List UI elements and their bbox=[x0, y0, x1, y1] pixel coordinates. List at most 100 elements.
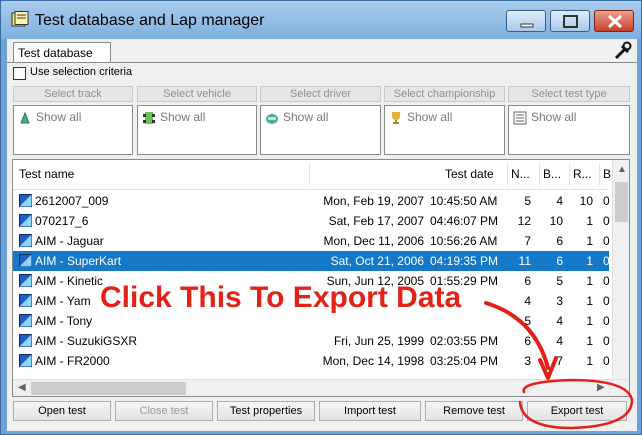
r-cell: 1 bbox=[586, 214, 593, 228]
test-name-cell: AIM - Yam bbox=[35, 294, 91, 308]
table-row[interactable]: 070217_6 Sat, Feb 17, 2007 04:46:07 PM 12 10… bbox=[13, 211, 610, 231]
test-time-cell: 02:03:55 PM bbox=[430, 334, 499, 348]
b2-cell: 0 bbox=[603, 294, 610, 308]
table-row[interactable]: 2612007_009 Mon, Feb 19, 2007 10:45:50 AM 5… bbox=[13, 191, 610, 211]
test-properties-button[interactable]: Test properties bbox=[217, 401, 315, 421]
b2-cell: 0 bbox=[603, 334, 610, 348]
column-b2[interactable]: B bbox=[603, 167, 611, 181]
maximize-button[interactable] bbox=[550, 10, 590, 32]
test-file-icon bbox=[19, 314, 32, 327]
test-name-cell: AIM - SuperKart bbox=[35, 254, 122, 268]
select-vehicle-button[interactable]: Select vehicle bbox=[137, 86, 257, 102]
minimize-button[interactable] bbox=[506, 10, 546, 32]
track-icon bbox=[20, 111, 30, 124]
column-r[interactable]: R... bbox=[573, 167, 597, 181]
table-row[interactable]: AIM - FR2000 Mon, Dec 14, 1998 03:25:04 PM… bbox=[13, 351, 610, 371]
test-date-cell: Sat, Oct 21, 2006 bbox=[330, 254, 424, 268]
r-cell: 1 bbox=[586, 234, 593, 248]
remove-test-button[interactable]: Remove test bbox=[425, 401, 523, 421]
championship-filter-list[interactable]: Show all bbox=[384, 105, 505, 155]
select-championship-button[interactable]: Select championship bbox=[384, 86, 505, 102]
test-name-cell: AIM - SuzukiGSXR bbox=[35, 334, 138, 348]
championship-filter-value: Show all bbox=[407, 110, 453, 124]
n-cell: 3 bbox=[524, 354, 531, 368]
b2-cell: 0 bbox=[603, 354, 610, 368]
vehicle-filter-list[interactable]: Show all bbox=[137, 105, 257, 155]
r-cell: 1 bbox=[586, 314, 593, 328]
test-file-icon bbox=[19, 354, 32, 367]
test-file-icon bbox=[19, 214, 32, 227]
test-list[interactable]: Test name Test date N... B... R... B 261… bbox=[12, 159, 630, 397]
test-name-cell: 070217_6 bbox=[35, 214, 89, 228]
scroll-right-icon[interactable]: ▶ bbox=[597, 382, 605, 393]
tools-wrench-icon[interactable] bbox=[613, 41, 633, 61]
n-cell: 11 bbox=[518, 254, 531, 268]
b-cell: 3 bbox=[556, 294, 563, 308]
vertical-scrollbar[interactable]: ▲ bbox=[612, 160, 629, 380]
test-date-cell: Fri, Jun 25, 1999 bbox=[333, 334, 424, 348]
r-cell: 1 bbox=[586, 254, 593, 268]
column-separator bbox=[569, 164, 570, 186]
annotation-text: Click This To Export Data bbox=[100, 281, 462, 314]
export-test-button[interactable]: Export test bbox=[527, 401, 627, 421]
tab-test-database[interactable]: Test database bbox=[13, 42, 111, 63]
import-test-button[interactable]: Import test bbox=[319, 401, 421, 421]
test-name-cell: AIM - Jaguar bbox=[35, 234, 104, 248]
table-row[interactable]: AIM - SuperKart Sat, Oct 21, 2006 04:19:35… bbox=[13, 251, 610, 271]
select-driver-button[interactable]: Select driver bbox=[260, 86, 381, 102]
scroll-up-icon[interactable]: ▲ bbox=[617, 164, 627, 175]
test-name-cell: AIM - FR2000 bbox=[35, 354, 110, 368]
horizontal-scrollbar[interactable]: ◀ ▶ bbox=[13, 379, 629, 396]
track-filter-list[interactable]: Show all bbox=[13, 105, 133, 155]
select-track-button[interactable]: Select track bbox=[13, 86, 133, 102]
n-cell: 6 bbox=[524, 334, 531, 348]
table-row[interactable]: AIM - Jaguar Mon, Dec 11, 2006 10:56:26 AM… bbox=[13, 231, 610, 251]
select-test-type-button[interactable]: Select test type bbox=[508, 86, 630, 102]
test-file-icon bbox=[19, 234, 32, 247]
test-date-cell: Mon, Feb 19, 2007 bbox=[323, 194, 424, 208]
column-n[interactable]: N... bbox=[511, 167, 537, 181]
driver-filter-list[interactable]: Show all bbox=[260, 105, 381, 155]
test-file-icon bbox=[19, 334, 32, 347]
b2-cell: 0 bbox=[603, 234, 610, 248]
column-test-date[interactable]: Test date bbox=[445, 167, 494, 181]
close-test-button[interactable]: Close test bbox=[115, 401, 213, 421]
client-area: Test database Use selection criteria Sel… bbox=[7, 39, 637, 431]
column-separator bbox=[539, 164, 540, 186]
vehicle-icon bbox=[143, 112, 155, 124]
b-cell: 7 bbox=[556, 354, 563, 368]
b2-cell: 0 bbox=[603, 214, 610, 228]
column-test-name[interactable]: Test name bbox=[19, 167, 74, 181]
tab-divider bbox=[7, 62, 637, 63]
test-name-cell: AIM - Kinetic bbox=[35, 274, 104, 288]
vehicle-filter-value: Show all bbox=[160, 110, 206, 124]
test-file-icon bbox=[19, 294, 32, 307]
minimize-icon bbox=[520, 23, 534, 28]
open-test-button[interactable]: Open test bbox=[13, 401, 111, 421]
table-row[interactable]: AIM - SuzukiGSXR Fri, Jun 25, 1999 02:03:5… bbox=[13, 331, 610, 351]
test-type-filter-list[interactable]: Show all bbox=[508, 105, 630, 155]
test-file-icon bbox=[19, 194, 32, 207]
close-button[interactable] bbox=[594, 10, 634, 32]
test-time-cell: 10:45:50 AM bbox=[430, 194, 498, 208]
trophy-icon bbox=[392, 112, 400, 124]
selection-criteria-checkbox[interactable] bbox=[13, 67, 26, 80]
driver-helmet-icon bbox=[266, 114, 278, 124]
title-bar[interactable]: Test database and Lap manager bbox=[1, 1, 641, 39]
r-cell: 1 bbox=[586, 274, 593, 288]
close-icon bbox=[607, 14, 623, 29]
b-cell: 6 bbox=[556, 254, 563, 268]
driver-filter-value: Show all bbox=[283, 110, 329, 124]
n-cell: 12 bbox=[517, 214, 531, 228]
test-time-cell: 04:46:07 PM bbox=[430, 214, 499, 228]
scroll-left-icon[interactable]: ◀ bbox=[18, 382, 26, 393]
n-cell: 6 bbox=[524, 274, 531, 288]
horizontal-scroll-thumb[interactable] bbox=[31, 382, 186, 395]
column-b[interactable]: B... bbox=[543, 167, 567, 181]
test-file-icon bbox=[19, 254, 32, 267]
r-cell: 1 bbox=[586, 354, 593, 368]
test-date-cell: Mon, Dec 14, 1998 bbox=[322, 354, 424, 368]
b-cell: 6 bbox=[556, 234, 563, 248]
vertical-scroll-thumb[interactable] bbox=[615, 182, 628, 222]
selection-criteria-label: Use selection criteria bbox=[30, 66, 133, 78]
